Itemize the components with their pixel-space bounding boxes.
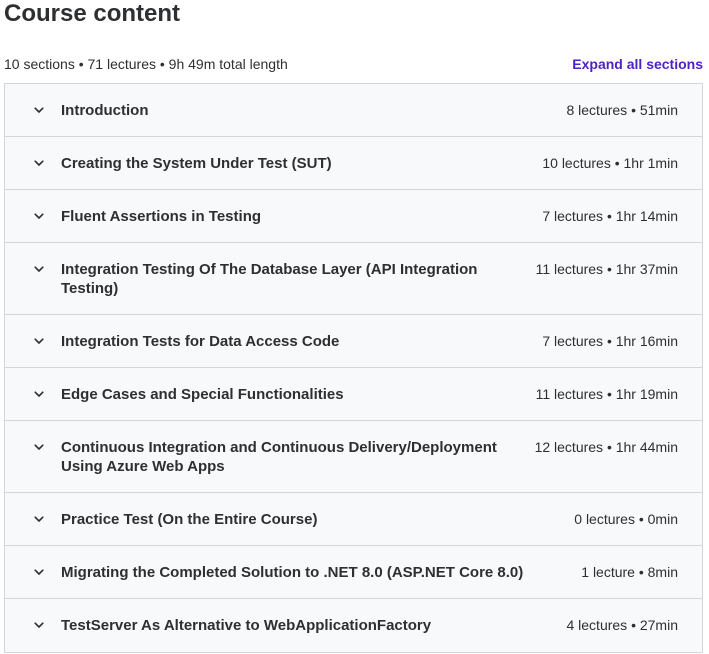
section-item-edge-cases[interactable]: Edge Cases and Special Functionalities 1… (5, 368, 702, 421)
course-summary-row: 10 sections • 71 lectures • 9h 49m total… (4, 54, 703, 74)
section-item-testserver[interactable]: TestServer As Alternative to WebApplicat… (5, 599, 702, 652)
section-title: Integration Tests for Data Access Code (61, 333, 340, 350)
section-title: Practice Test (On the Entire Course) (61, 511, 318, 528)
section-meta: 0 lectures • 0min (574, 511, 678, 527)
chevron-down-icon (33, 388, 45, 400)
section-meta: 4 lectures • 27min (566, 617, 678, 633)
section-title: Fluent Assertions in Testing (61, 208, 262, 225)
section-title: Continuous Integration and Continuous De… (61, 439, 497, 475)
chevron-down-icon (33, 104, 45, 116)
section-item-introduction[interactable]: Introduction 8 lectures • 51min (5, 84, 702, 137)
section-title: Edge Cases and Special Functionalities (61, 386, 344, 403)
course-content-heading: Course content (4, 0, 181, 27)
section-item-migrating-net8[interactable]: Migrating the Completed Solution to .NET… (5, 546, 702, 599)
chevron-down-icon (33, 441, 45, 453)
section-meta: 11 lectures • 1hr 19min (535, 386, 678, 402)
chevron-down-icon (33, 210, 45, 222)
section-meta: 12 lectures • 1hr 44min (534, 439, 678, 455)
section-meta: 1 lecture • 8min (581, 564, 678, 580)
chevron-down-icon (33, 335, 45, 347)
section-item-integration-tests-data-access[interactable]: Integration Tests for Data Access Code 7… (5, 315, 702, 368)
section-item-practice-test[interactable]: Practice Test (On the Entire Course) 0 l… (5, 493, 702, 546)
section-item-continuous-integration[interactable]: Continuous Integration and Continuous De… (5, 421, 702, 493)
chevron-down-icon (33, 566, 45, 578)
section-item-fluent-assertions[interactable]: Fluent Assertions in Testing 7 lectures … (5, 190, 702, 243)
section-meta: 11 lectures • 1hr 37min (535, 261, 678, 277)
course-summary: 10 sections • 71 lectures • 9h 49m total… (4, 56, 288, 72)
section-list: Introduction 8 lectures • 51min Creating… (4, 83, 703, 653)
section-title: Integration Testing Of The Database Laye… (61, 261, 478, 297)
section-title: TestServer As Alternative to WebApplicat… (61, 617, 432, 634)
section-meta: 10 lectures • 1hr 1min (542, 155, 678, 171)
chevron-down-icon (33, 263, 45, 275)
section-title: Migrating the Completed Solution to .NET… (61, 564, 524, 581)
section-title: Creating the System Under Test (SUT) (61, 155, 332, 172)
chevron-down-icon (33, 513, 45, 525)
section-item-creating-sut[interactable]: Creating the System Under Test (SUT) 10 … (5, 137, 702, 190)
section-title: Introduction (61, 102, 149, 119)
section-meta: 7 lectures • 1hr 14min (542, 208, 678, 224)
section-meta: 8 lectures • 51min (566, 102, 678, 118)
section-meta: 7 lectures • 1hr 16min (542, 333, 678, 349)
expand-all-sections-button[interactable]: Expand all sections (572, 56, 703, 72)
section-item-integration-testing-database[interactable]: Integration Testing Of The Database Laye… (5, 243, 702, 315)
chevron-down-icon (33, 157, 45, 169)
chevron-down-icon (33, 619, 45, 631)
